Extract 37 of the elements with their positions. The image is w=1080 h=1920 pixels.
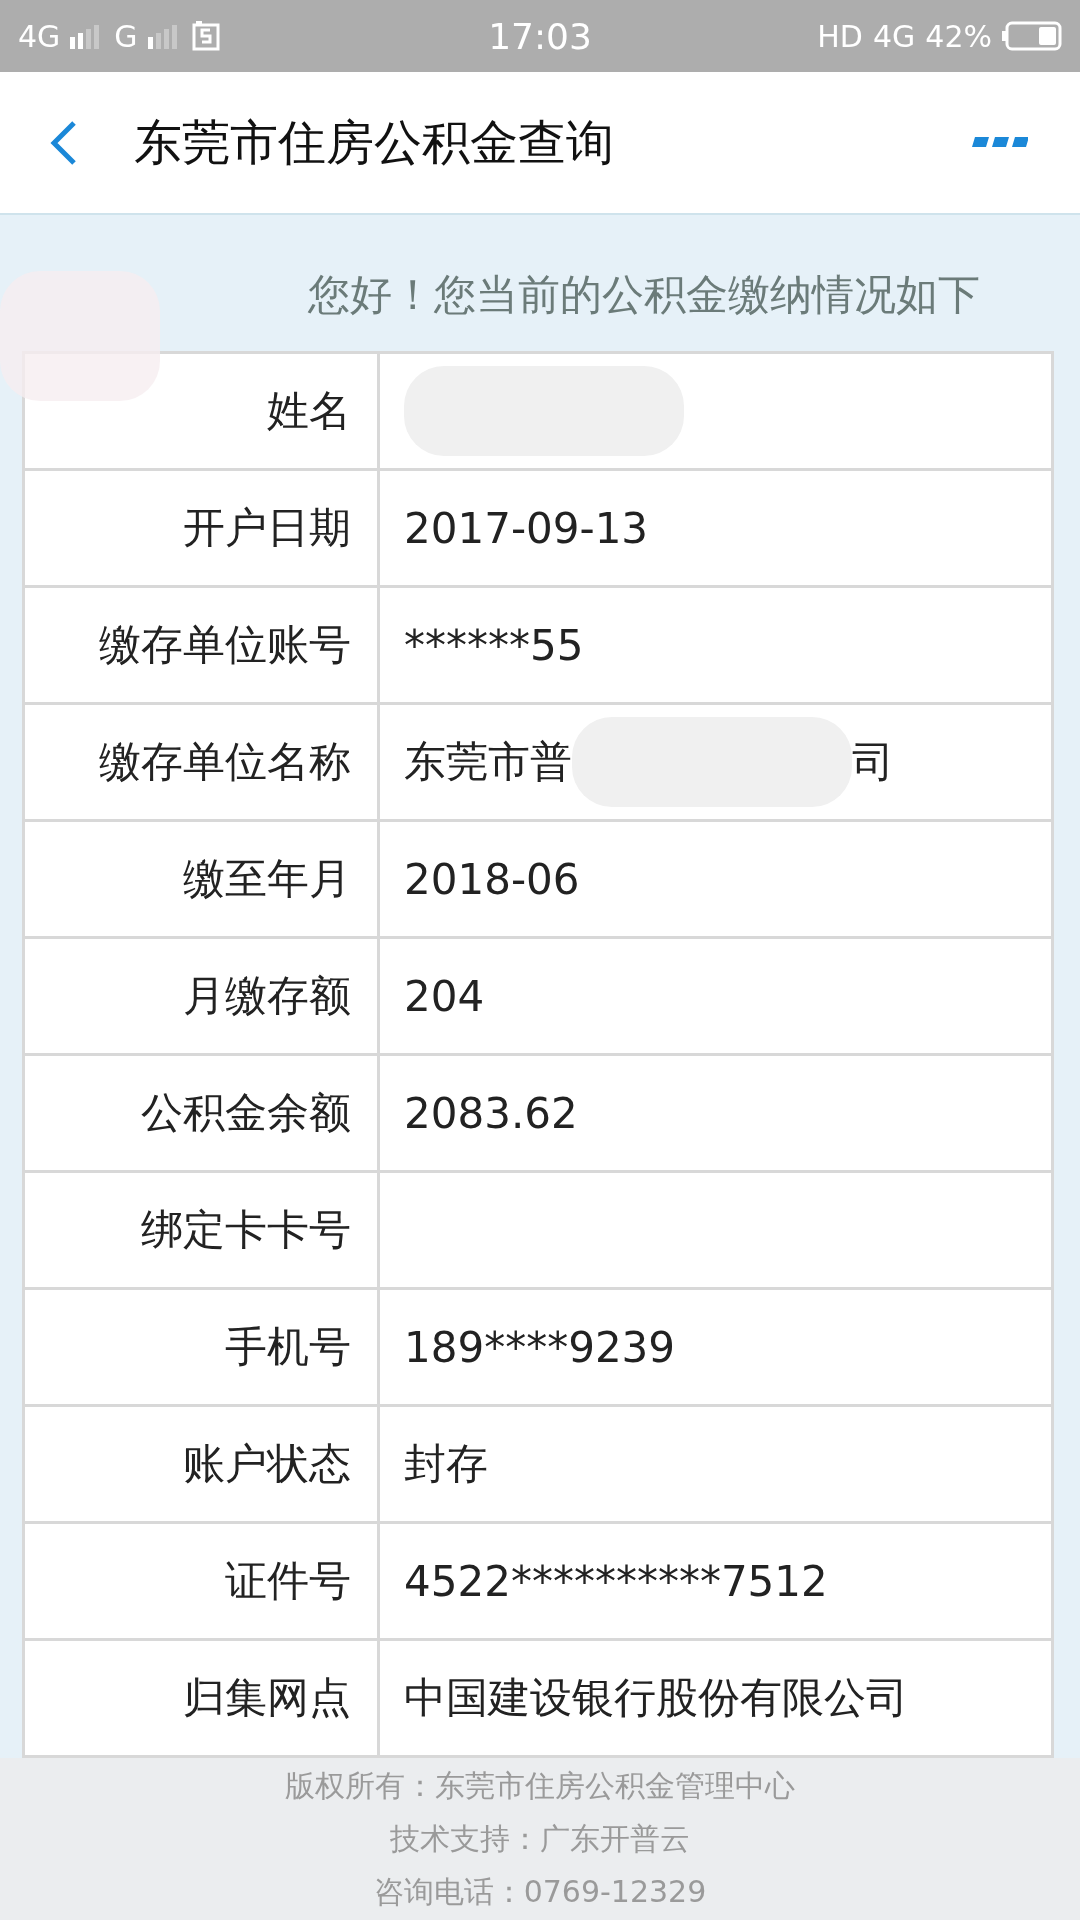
field-label: 月缴存额 [25,939,380,1053]
field-label: 绑定卡卡号 [25,1173,380,1287]
more-button[interactable] [972,136,1030,149]
field-value: 204 [404,971,485,1021]
field-value: ******55 [404,620,584,670]
greeting-text: 您好！您当前的公积金缴纳情况如下 [308,269,980,321]
field-value: 2018-06 [404,854,580,904]
field-value: 封存 [404,1438,488,1490]
field-label: 公积金余额 [25,1056,380,1170]
field-value: 中国建设银行股份有限公司 [404,1672,908,1724]
field-label: 证件号 [25,1524,380,1638]
field-value: 2083.62 [404,1088,578,1138]
field-value: 2017-09-13 [404,503,649,553]
footer-text: 咨询电话：0769-12329 [373,1872,707,1911]
field-value: 4522**********7512 [404,1556,828,1606]
field-label: 手机号 [25,1290,380,1404]
hd-label: HD [817,18,863,54]
network-label: 4G [872,18,916,54]
footer-text: 技术支持：广东开普云 [390,1819,690,1858]
field-value: 司 [852,736,894,788]
field-label: 开户日期 [25,471,380,585]
field-label: 缴存单位账号 [25,588,380,702]
network-label: 4G [18,18,61,54]
network-label: G [114,18,138,54]
field-label: 缴存单位名称 [25,705,380,819]
battery-icon [1002,21,1062,51]
field-value: 189****9239 [404,1322,676,1372]
field-label: 账户状态 [25,1407,380,1521]
field-label: 归集网点 [25,1641,380,1755]
page-title: 东莞市住房公积金查询 [134,112,615,172]
clock: 17:03 [487,15,593,57]
battery-label: 42% [925,18,992,54]
field-value: 东莞市普 [404,736,572,788]
field-label: 缴至年月 [25,822,380,936]
field-label: 姓名 [25,354,380,468]
notification-icon [191,21,220,51]
footer-text: 版权所有：东莞市住房公积金管理中心 [285,1766,795,1805]
